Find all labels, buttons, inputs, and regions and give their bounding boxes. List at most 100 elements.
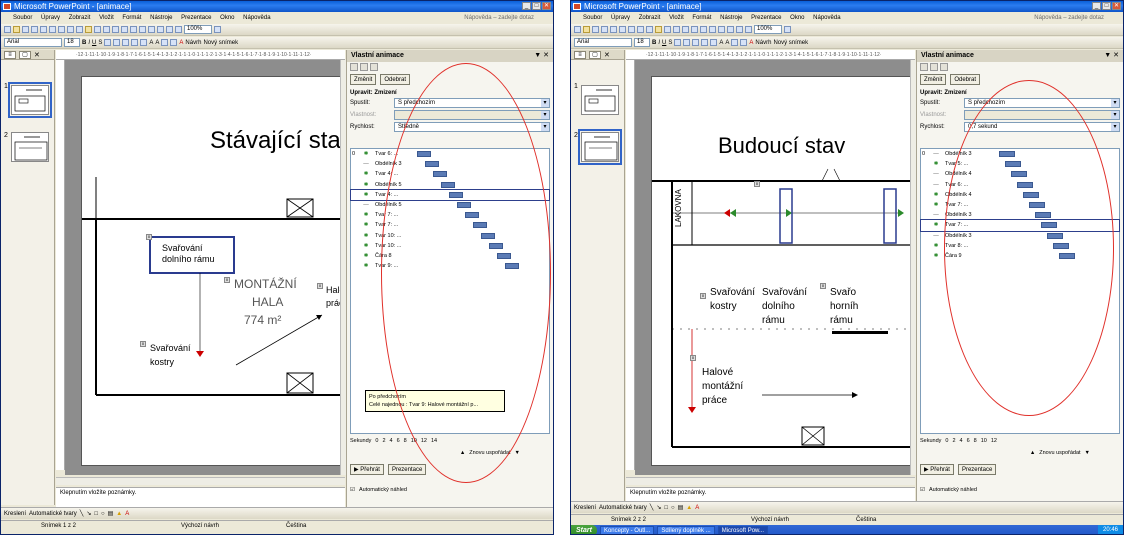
- font-name-select[interactable]: Arial: [574, 38, 632, 47]
- menu-nastroje[interactable]: Nástroje: [720, 15, 742, 21]
- property-select[interactable]: [964, 110, 1120, 120]
- oval-icon[interactable]: ○: [101, 511, 105, 517]
- menu-upravy[interactable]: Úpravy: [41, 15, 60, 21]
- bottom-label-2[interactable]: kostry: [150, 357, 174, 367]
- speed-select[interactable]: Středně: [394, 122, 550, 132]
- grow-font-button[interactable]: A: [719, 40, 723, 46]
- play-button[interactable]: ▶ Přehrát: [920, 463, 954, 475]
- close-button[interactable]: ✕: [542, 2, 551, 10]
- format-painter-icon[interactable]: [664, 26, 671, 33]
- draw-menu[interactable]: Kreslení: [574, 505, 596, 511]
- grid-icon[interactable]: [736, 26, 743, 33]
- save-icon[interactable]: [592, 26, 599, 33]
- arrow-icon[interactable]: ↘: [86, 510, 91, 517]
- animation-list-item[interactable]: — Obdélník 5: [351, 200, 549, 210]
- color-icon[interactable]: [175, 26, 182, 33]
- timeline-bar[interactable]: [497, 252, 511, 259]
- align-right-icon[interactable]: [692, 39, 700, 46]
- menu-okno[interactable]: Okno: [790, 15, 804, 21]
- timeline-bar[interactable]: [417, 151, 431, 157]
- reorder-down-icon[interactable]: ▼: [1085, 450, 1090, 456]
- align-left-icon[interactable]: [104, 39, 112, 46]
- animation-list-item[interactable]: ✱ Čára 9: [921, 251, 1119, 261]
- animation-list-item[interactable]: ✱ Tvar 7: ...: [920, 219, 1120, 232]
- font-color-icon[interactable]: A: [125, 511, 129, 517]
- change-effect-button[interactable]: Změnit: [350, 74, 377, 85]
- slide-canvas[interactable]: Budoucí stav LAKOVNA 0 0 Svařování kostr…: [651, 76, 921, 466]
- line-icon[interactable]: ╲: [650, 504, 654, 511]
- taskbar-app-powerpoint[interactable]: Microsoft Pow...: [717, 526, 769, 534]
- timeline-bar[interactable]: [425, 161, 439, 168]
- increase-indent-icon[interactable]: [740, 39, 748, 46]
- font-color-button[interactable]: A: [749, 40, 753, 46]
- notes-pane[interactable]: Klepnutím vložíte poznámky.: [56, 487, 345, 507]
- new-icon[interactable]: [4, 26, 11, 33]
- permission-icon[interactable]: [601, 26, 608, 33]
- new-slide-button[interactable]: Nový snímek: [203, 40, 238, 46]
- animation-list-item[interactable]: ✱ Tvar 9: ...: [351, 261, 549, 271]
- animation-list-item[interactable]: ✱ Obdélník 4: [921, 190, 1119, 200]
- animation-list-item[interactable]: — Obdélník 3: [921, 231, 1119, 241]
- menu-zobrazit[interactable]: Zobrazit: [69, 15, 91, 21]
- oval-icon[interactable]: ○: [671, 505, 675, 511]
- hall-label-2[interactable]: HALA: [252, 295, 283, 309]
- shrink-font-button[interactable]: A: [725, 40, 729, 46]
- col1-line1[interactable]: Svařování: [710, 287, 755, 298]
- col3-line3[interactable]: rámu: [830, 315, 853, 326]
- copy-icon[interactable]: [76, 26, 83, 33]
- menu-upravy[interactable]: Úpravy: [611, 15, 630, 21]
- taskbar-app-shared-addin[interactable]: Sdílený doplněk ...: [657, 526, 715, 534]
- hall-line3[interactable]: práce: [702, 395, 727, 406]
- animation-list-item[interactable]: 0 — Obdélník 3: [921, 149, 1119, 159]
- design-button[interactable]: Návrh: [185, 40, 201, 46]
- forward-icon[interactable]: [360, 63, 368, 71]
- animation-list-item[interactable]: ✱ Čára 8: [351, 251, 549, 261]
- fill-color-icon[interactable]: ▲: [686, 505, 692, 511]
- pane-close-icon[interactable]: ▼ ✕: [534, 50, 549, 62]
- menu-format[interactable]: Formát: [122, 15, 141, 21]
- menu-napoveda[interactable]: Nápověda: [243, 15, 270, 21]
- menu-napoveda[interactable]: Nápověda: [813, 15, 840, 21]
- font-size-select[interactable]: 18: [64, 38, 80, 47]
- timeline-bar[interactable]: [465, 212, 479, 219]
- animation-list-item[interactable]: ✱ Tvar 10: ...: [351, 241, 549, 251]
- timeline-bar[interactable]: [999, 151, 1015, 157]
- tables-borders-icon[interactable]: [709, 26, 716, 33]
- redo-icon[interactable]: [112, 26, 119, 33]
- timeline-bar[interactable]: [457, 201, 471, 208]
- align-right-icon[interactable]: [122, 39, 130, 46]
- help-search[interactable]: Nápověda – zadejte dotaz: [1034, 13, 1104, 23]
- design-button[interactable]: Návrh: [755, 40, 771, 46]
- help-icon[interactable]: [214, 26, 221, 33]
- underline-button[interactable]: U: [92, 40, 96, 46]
- help-icon[interactable]: [784, 26, 791, 33]
- home-icon[interactable]: [370, 63, 378, 71]
- permission-icon[interactable]: [31, 26, 38, 33]
- timeline-bar[interactable]: [433, 171, 447, 178]
- save-icon[interactable]: [22, 26, 29, 33]
- print-icon[interactable]: [610, 26, 617, 33]
- menu-vlozit[interactable]: Vložit: [99, 15, 114, 21]
- menu-okno[interactable]: Okno: [220, 15, 234, 21]
- show-formatting-icon[interactable]: [727, 26, 734, 33]
- new-slide-button[interactable]: Nový snímek: [773, 40, 808, 46]
- undo-icon[interactable]: [673, 26, 680, 33]
- open-icon[interactable]: [13, 26, 20, 33]
- help-search[interactable]: Nápověda – zadejte dotaz: [464, 13, 534, 23]
- fill-color-icon[interactable]: ▲: [116, 511, 122, 517]
- col1-line2[interactable]: kostry: [710, 301, 737, 312]
- tables-borders-icon[interactable]: [139, 26, 146, 33]
- animation-list-item[interactable]: ✱ Tvar 7: ...: [921, 200, 1119, 210]
- timeline-bar[interactable]: [1059, 252, 1075, 259]
- cut-icon[interactable]: [67, 26, 74, 33]
- animation-list-item[interactable]: — Obdélník 3: [351, 159, 549, 169]
- reorder-down-icon[interactable]: ▼: [515, 450, 520, 456]
- autopreview-checkbox[interactable]: ☑: [350, 487, 355, 493]
- col2-line2[interactable]: dolního: [762, 301, 795, 312]
- rectangle-icon[interactable]: □: [94, 511, 98, 517]
- preview-icon[interactable]: [49, 26, 56, 33]
- timeline-bar[interactable]: [489, 242, 503, 249]
- vertical-label[interactable]: LAKOVNA: [674, 189, 683, 227]
- menu-soubor[interactable]: Soubor: [583, 15, 602, 21]
- numbering-icon[interactable]: [131, 39, 139, 46]
